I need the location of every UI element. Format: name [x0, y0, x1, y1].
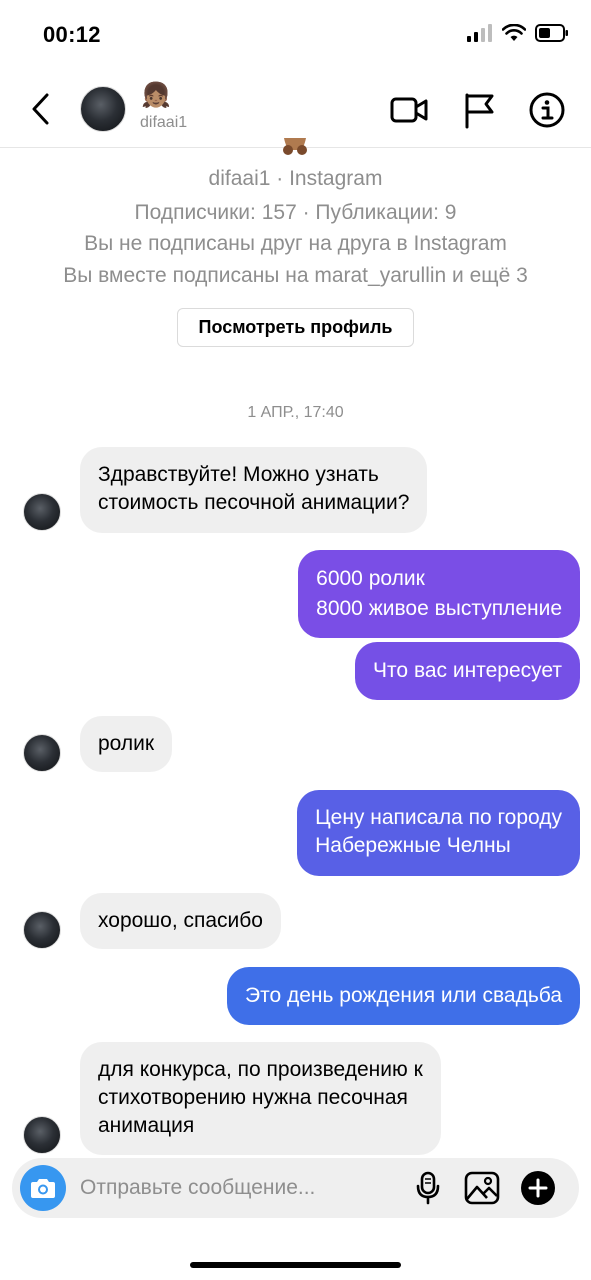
profile-handle-line: difaai1 · Instagram	[208, 167, 383, 190]
chevron-left-icon[interactable]	[28, 92, 54, 126]
flag-icon[interactable]	[459, 90, 499, 130]
message-text: хорошо, спасибо	[98, 909, 263, 932]
message-bubble-incoming[interactable]: для конкурса, по произведению к стихотво…	[80, 1042, 441, 1155]
message-bubble-outgoing[interactable]: 6000 ролик 8000 живое выступление	[298, 550, 580, 638]
message-bubble-incoming[interactable]: хорошо, спасибо	[80, 893, 281, 949]
name-emoji: 👧🏽	[141, 82, 171, 109]
battery-icon	[535, 24, 568, 42]
signal-icon	[467, 24, 492, 42]
plus-icon[interactable]	[520, 1170, 556, 1206]
message-text: Это день рождения или свадьба	[245, 984, 562, 1007]
wifi-icon	[502, 24, 526, 41]
sender-avatar[interactable]	[23, 734, 61, 772]
view-profile-button[interactable]: Посмотреть профиль	[177, 308, 414, 347]
camera-button[interactable]	[20, 1165, 66, 1211]
profile-stats-line: Подписчики: 157 · Публикации: 9	[134, 201, 457, 224]
message-input[interactable]	[80, 1173, 380, 1203]
message-text: 6000 ролик 8000 живое выступление	[316, 567, 562, 620]
status-icons	[467, 24, 569, 42]
sender-avatar[interactable]	[23, 1116, 61, 1154]
message-timestamp: 1 АПР., 17:40	[247, 404, 344, 421]
sender-avatar[interactable]	[23, 493, 61, 531]
profile-follow-status: Вы не подписаны друг на друга в Instagra…	[84, 232, 507, 255]
profile-emoji-icon	[280, 138, 310, 158]
camera-icon	[31, 1179, 55, 1198]
message-bubble-outgoing[interactable]: Что вас интересует	[355, 642, 580, 700]
avatar[interactable]	[80, 86, 126, 132]
message-bubble-outgoing[interactable]: Цену написала по городу Набережные Челны	[297, 790, 580, 876]
message-bubble-incoming[interactable]: ролик	[80, 716, 173, 772]
message-text: Цену написала по городу Набережные Челны	[315, 806, 562, 857]
status-time: 00:12	[43, 22, 101, 47]
status-bar: 00:12	[0, 0, 591, 70]
microphone-icon[interactable]	[410, 1170, 446, 1206]
image-icon[interactable]	[464, 1170, 500, 1206]
message-text: ролик	[98, 732, 155, 755]
profile-mutual-follows: Вы вместе подписаны на marat_yarullin и …	[63, 264, 528, 287]
sender-avatar[interactable]	[23, 911, 61, 949]
info-icon[interactable]	[527, 90, 567, 130]
chat-header: 👧🏽 difaai1	[0, 70, 591, 148]
home-indicator[interactable]	[190, 1262, 401, 1268]
message-text: Что вас интересует	[373, 659, 562, 682]
message-composer	[12, 1158, 579, 1218]
header-username[interactable]: difaai1	[140, 114, 187, 132]
message-text: Здравствуйте! Можно узнать стоимость пес…	[98, 463, 410, 514]
video-camera-icon[interactable]	[389, 90, 429, 130]
message-text: для конкурса, по произведению к стихотво…	[98, 1058, 423, 1137]
message-bubble-incoming[interactable]: Здравствуйте! Можно узнать стоимость пес…	[80, 447, 428, 533]
message-bubble-outgoing[interactable]: Это день рождения или свадьба	[227, 967, 580, 1025]
